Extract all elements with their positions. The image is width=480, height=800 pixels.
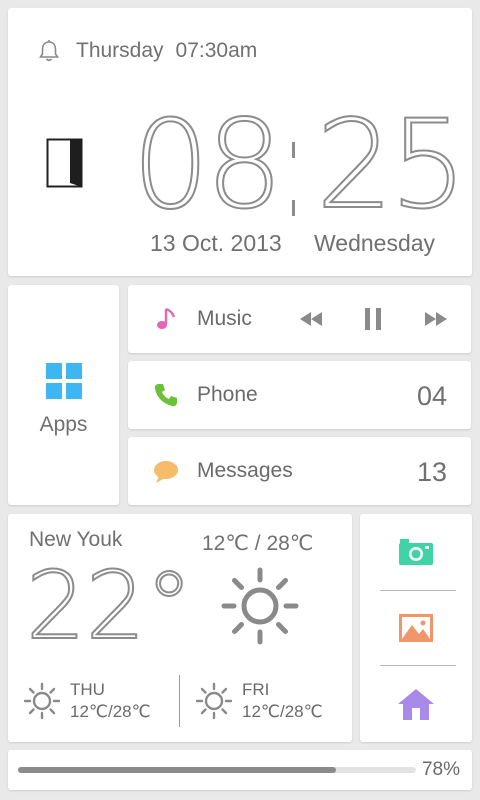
current-temperature: 22° [25, 552, 194, 661]
door-icon [46, 138, 83, 188]
missed-calls-count: 04 [416, 381, 447, 411]
messages-widget[interactable]: Messages 13 [128, 437, 471, 505]
battery-bar-fill [18, 767, 337, 773]
sun-icon [221, 567, 299, 645]
weekday-text: Wednesday [314, 230, 436, 256]
previous-track-button[interactable] [298, 307, 324, 331]
music-widget[interactable]: Music [128, 285, 471, 353]
forecast-fri: FRI 12℃/28℃ [194, 679, 323, 723]
camera-shortcut[interactable] [360, 522, 472, 582]
grid-icon [46, 363, 82, 399]
messages-label: Messages [197, 459, 293, 482]
forecast-thu: THU 12℃/28℃ [22, 679, 151, 723]
alarm-time: 07:30am [175, 39, 258, 62]
date-text: 13 Oct. 2013 [150, 230, 282, 256]
next-track-button[interactable] [423, 307, 449, 331]
forecast-range: 12℃/28℃ [70, 702, 151, 721]
forecast-divider [179, 675, 180, 727]
sun-small-icon [195, 682, 233, 720]
shortcut-divider [380, 590, 456, 591]
battery-widget: 78% [8, 750, 472, 790]
weather-today-range: 12℃ / 28℃ [202, 532, 314, 555]
apps-label: Apps [39, 413, 88, 436]
phone-icon [154, 384, 177, 407]
alarm-row[interactable]: Thursday 07:30am [36, 38, 257, 64]
music-label: Music [197, 307, 252, 330]
clock-minutes: 25 [315, 94, 468, 236]
alarm-day: Thursday [76, 39, 164, 62]
chat-bubble-icon [154, 461, 178, 483]
forecast-day: THU [70, 680, 105, 699]
clock-card[interactable]: Thursday 07:30am 08 25 13 Oct. 2013 Wedn… [8, 8, 472, 276]
shortcut-divider [380, 665, 456, 666]
home-shortcut[interactable] [360, 674, 472, 734]
gallery-shortcut[interactable] [360, 598, 472, 658]
alarm-bell-icon [39, 40, 59, 62]
battery-percent: 78% [421, 759, 460, 780]
weather-widget[interactable]: New Youk 12℃ / 28℃ 22° THU 12℃/28℃ FRI 1… [8, 514, 352, 742]
shortcuts-card [360, 514, 472, 742]
clock-colon [292, 142, 295, 258]
clock-hours: 08 [131, 94, 284, 236]
forecast-day: FRI [242, 680, 270, 699]
battery-bar [18, 767, 416, 773]
phone-label: Phone [197, 383, 258, 406]
pause-button[interactable] [363, 307, 385, 331]
weather-city: New Youk [29, 528, 123, 551]
apps-button[interactable]: Apps [8, 285, 119, 505]
camera-icon [399, 539, 433, 565]
sun-small-icon [23, 682, 61, 720]
unread-messages-count: 13 [416, 457, 447, 487]
music-note-icon [157, 307, 176, 329]
forecast-range: 12℃/28℃ [242, 702, 323, 721]
home-icon [398, 689, 434, 720]
gallery-icon [399, 614, 433, 642]
phone-widget[interactable]: Phone 04 [128, 361, 471, 429]
